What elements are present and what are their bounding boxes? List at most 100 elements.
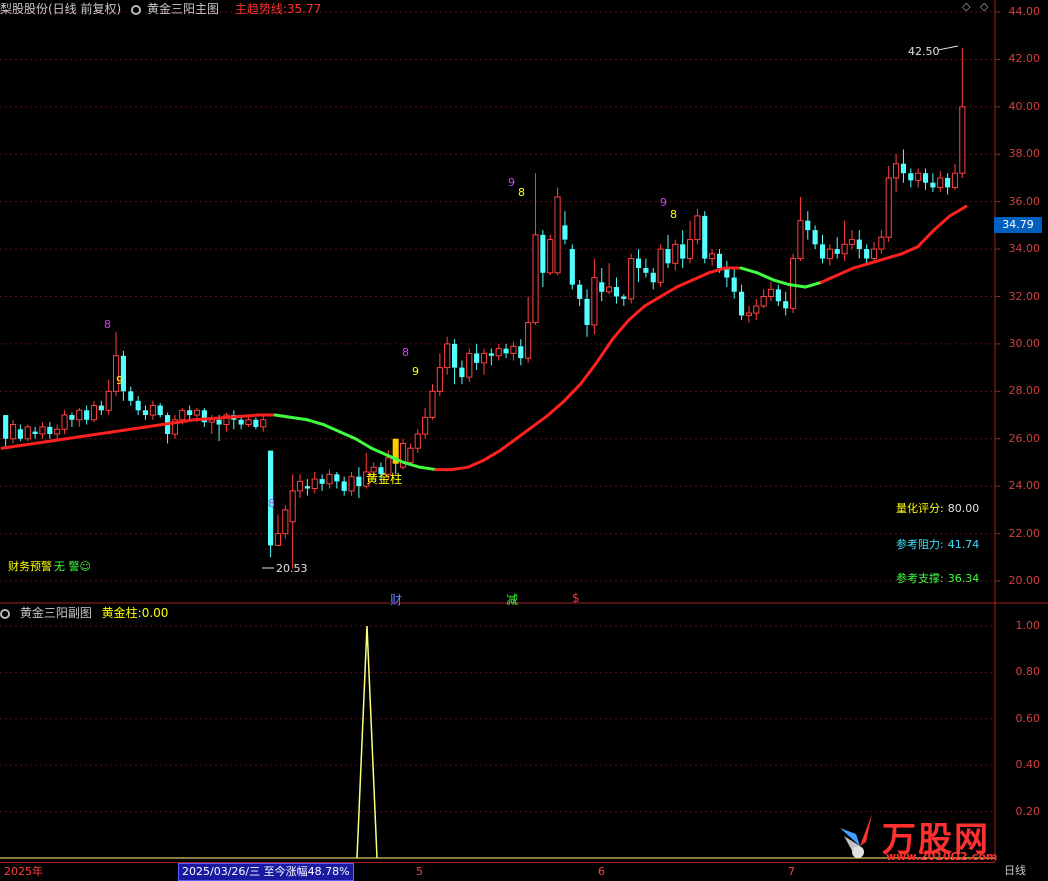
trend-segment: [16, 441, 36, 448]
settings-circle-icon[interactable]: ●: [0, 608, 10, 619]
price-tick-label: 38.00: [1008, 147, 1041, 161]
candle-body: [738, 291, 745, 316]
candle-body: [444, 343, 451, 369]
trend-line-label: 主趋势线:: [234, 2, 287, 16]
candle: [745, 305, 752, 323]
price-tick-label: 42.00: [1008, 52, 1041, 66]
stock-title[interactable]: 梨股股份(日线 前复权): [0, 2, 121, 16]
candle-body: [547, 239, 554, 274]
resistance-label: 参考阻力:: [896, 538, 944, 551]
candle: [407, 443, 414, 465]
candle: [635, 249, 642, 283]
candle-body: [216, 419, 222, 425]
price-tick-label: 30.00: [1008, 336, 1041, 350]
candle-body: [841, 243, 848, 255]
candle-body: [69, 415, 75, 420]
candle: [348, 471, 355, 496]
price-chart[interactable]: [0, 0, 1048, 880]
candle: [3, 415, 9, 449]
finance-warning-label: 财务预警: [8, 560, 52, 573]
candle: [525, 296, 532, 363]
candle: [69, 412, 75, 427]
candle-body: [193, 409, 201, 416]
candle-body: [429, 390, 436, 418]
candle-body: [805, 220, 811, 231]
candle-body: [908, 173, 914, 181]
sub-tick-label: 0.40: [1015, 758, 1041, 772]
price-tick-label: 22.00: [1008, 526, 1041, 540]
dollar-mark[interactable]: $: [572, 591, 580, 605]
candle: [518, 339, 524, 366]
trend-segment: [659, 285, 679, 298]
support-label: 参考支撑:: [896, 572, 944, 585]
candle-body: [848, 239, 856, 245]
trend-segment: [193, 417, 213, 422]
candle-body: [422, 416, 429, 435]
candle-body: [518, 346, 524, 359]
candle: [319, 474, 325, 491]
candle: [694, 208, 701, 245]
candle: [767, 282, 775, 302]
candle: [834, 237, 840, 259]
candle: [709, 249, 716, 266]
golden-bar-label: 黄金柱:: [101, 606, 142, 620]
sub-tick-label: 1.00: [1015, 619, 1041, 632]
settings-circle-icon[interactable]: ●: [131, 4, 142, 15]
candle-body: [319, 479, 325, 484]
trend-segment: [64, 434, 84, 441]
trend-segment: [289, 415, 309, 422]
candle-body: [488, 353, 494, 356]
candle: [289, 474, 296, 570]
candle-body: [657, 248, 664, 283]
candle-body: [61, 414, 68, 430]
candle-body: [480, 352, 488, 364]
candle: [643, 258, 649, 278]
candle: [149, 400, 156, 420]
diamond-icon[interactable]: ◇: [962, 1, 972, 12]
ok-icon: ☺: [79, 560, 91, 573]
candle-body: [451, 343, 458, 368]
candle: [665, 234, 671, 269]
candle-body: [577, 284, 583, 299]
candle: [444, 336, 451, 375]
candle: [885, 166, 892, 242]
candle: [187, 405, 193, 420]
candle: [253, 417, 259, 430]
candle: [9, 419, 17, 444]
month-7-label: 7: [788, 865, 795, 878]
candle: [672, 239, 679, 271]
trend-segment: [900, 245, 920, 256]
reduce-mark[interactable]: 减: [506, 591, 518, 608]
price-tick-label: 36.00: [1008, 194, 1041, 208]
trend-segment: [514, 425, 534, 441]
candle-body: [495, 348, 502, 357]
trend-segment: [482, 449, 502, 462]
candle-body: [503, 348, 509, 354]
trend-segment: [321, 423, 341, 434]
candle-body: [157, 405, 163, 416]
price-tick-label: 28.00: [1008, 384, 1041, 398]
trend-segment: [241, 413, 261, 418]
candle-body: [635, 258, 642, 269]
candle-body: [613, 287, 620, 297]
finance-mark[interactable]: 财: [390, 591, 402, 608]
collapse-icon[interactable]: ◇: [980, 1, 990, 12]
candle: [760, 289, 767, 309]
candle: [480, 348, 488, 375]
candle-body: [260, 419, 267, 428]
trend-segment: [578, 361, 598, 386]
candle-body: [311, 478, 318, 490]
candle-body: [407, 447, 414, 463]
month-5-label: 5: [416, 865, 423, 878]
candle-body: [149, 405, 156, 416]
sub-indicator-name[interactable]: 黄金三阳副图: [20, 606, 92, 620]
candle: [105, 379, 112, 416]
current-price-tag: 34.79: [994, 217, 1042, 233]
candle: [540, 230, 546, 288]
candle-body: [326, 473, 333, 485]
sequence-count-label: 9: [508, 176, 515, 189]
candle: [657, 244, 664, 288]
candle: [304, 479, 310, 496]
indicator-name[interactable]: 黄金三阳主图: [147, 2, 219, 16]
candle-body: [680, 244, 686, 259]
